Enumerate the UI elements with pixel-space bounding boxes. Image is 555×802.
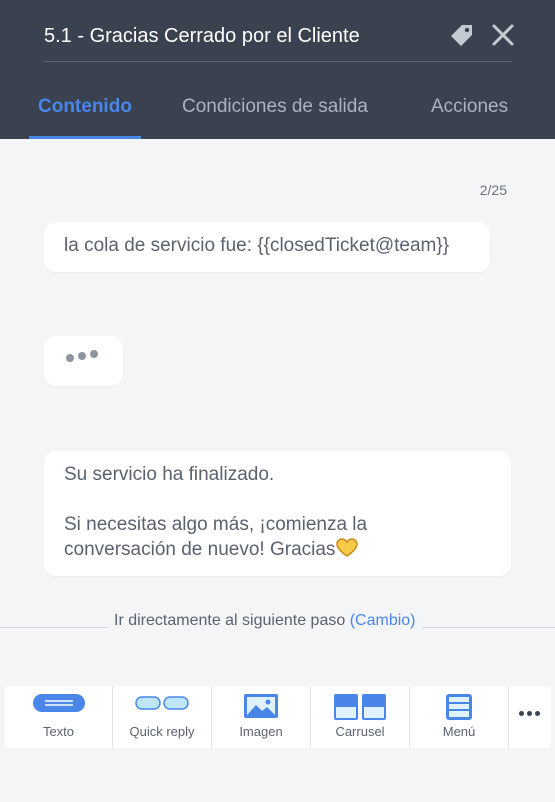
add-menu-button[interactable]: Menú bbox=[410, 686, 508, 748]
active-tab-indicator bbox=[29, 136, 141, 139]
title-row: 5.1 - Gracias Cerrado por el Cliente bbox=[44, 18, 514, 62]
yellow-heart-icon bbox=[336, 538, 359, 558]
close-icon[interactable] bbox=[490, 22, 516, 48]
tool-label: Menú bbox=[442, 724, 476, 739]
change-link[interactable]: (Cambio) bbox=[350, 612, 416, 629]
image-icon bbox=[244, 694, 278, 723]
menu-icon bbox=[446, 694, 472, 725]
message-text: Si necesitas algo más, ¡comienza la bbox=[64, 514, 368, 535]
message-text: conversación de nuevo! Gracias bbox=[64, 539, 336, 560]
message-bubble-closing[interactable]: Su servicio ha finalizado. Si necesitas … bbox=[44, 451, 511, 576]
tab-contenido[interactable]: Contenido bbox=[38, 96, 132, 118]
step-title: 5.1 - Gracias Cerrado por el Cliente bbox=[44, 25, 360, 47]
more-options-icon[interactable] bbox=[508, 686, 551, 748]
tab-acciones[interactable]: Acciones bbox=[431, 96, 508, 118]
tool-label: Texto bbox=[42, 724, 75, 739]
carousel-icon bbox=[334, 694, 386, 725]
message-counter: 2/25 bbox=[479, 182, 507, 198]
next-step-label: Ir directamente al siguiente paso bbox=[114, 612, 346, 629]
tool-label: Imagen bbox=[239, 724, 283, 739]
tab-condiciones-de-salida[interactable]: Condiciones de salida bbox=[182, 96, 368, 118]
message-text: la cola de servicio fue: {{closedTicket@… bbox=[64, 235, 450, 256]
tab-bar: Contenido Condiciones de salida Acciones bbox=[0, 82, 555, 139]
quick-reply-icon bbox=[135, 694, 189, 715]
text-icon bbox=[32, 694, 85, 717]
add-carousel-button[interactable]: Carrusel bbox=[311, 686, 409, 748]
message-bubble-queue[interactable]: la cola de servicio fue: {{closedTicket@… bbox=[44, 222, 490, 272]
add-text-button[interactable]: Texto bbox=[5, 686, 112, 748]
message-text: Su servicio ha finalizado. bbox=[64, 464, 275, 485]
tool-label: Quick reply bbox=[129, 724, 195, 739]
add-quick-reply-button[interactable]: Quick reply bbox=[113, 686, 211, 748]
add-image-button[interactable]: Imagen bbox=[212, 686, 310, 748]
tag-icon[interactable] bbox=[449, 22, 475, 48]
content-toolbar: Texto Quick reply Imagen Carrusel Menú bbox=[5, 686, 551, 748]
next-step-row: Ir directamente al siguiente paso (Cambi… bbox=[108, 612, 422, 630]
editor-header: 5.1 - Gracias Cerrado por el Cliente Con… bbox=[0, 0, 555, 139]
message-bubble-typing[interactable] bbox=[44, 336, 123, 386]
tool-label: Carrusel bbox=[335, 724, 385, 739]
